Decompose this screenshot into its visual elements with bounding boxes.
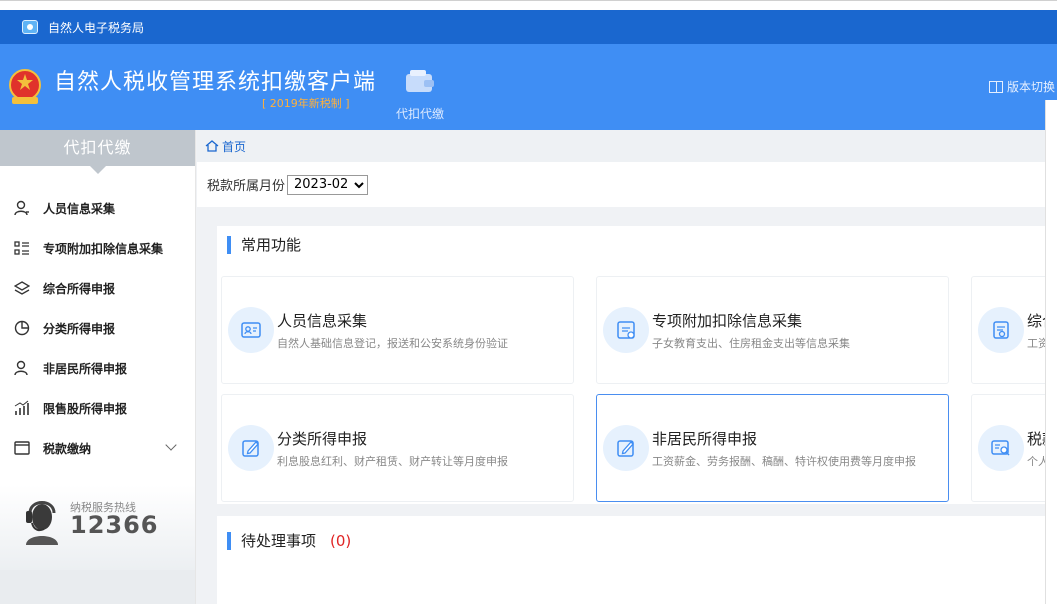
app-title-bar: 自然人电子税务局 xyxy=(0,10,1057,44)
wallet-icon xyxy=(406,70,434,92)
card-title: 非居民所得申报 xyxy=(652,430,758,448)
edit-icon xyxy=(242,440,259,457)
breadcrumb: 首页 xyxy=(197,130,1057,162)
card-description: 子女教育支出、住房租金支出等信息采集 xyxy=(652,337,850,350)
card-icon-bg xyxy=(978,307,1024,353)
card-icon-bg xyxy=(603,307,649,353)
card-title: 人员信息采集 xyxy=(277,312,368,330)
sidebar-item-person-info[interactable]: 人员信息采集 xyxy=(0,188,195,228)
nav-withholding[interactable]: 代扣代缴 xyxy=(384,62,456,122)
sidebar-item-restricted-stock[interactable]: 限售股所得申报 xyxy=(0,388,195,428)
card-description: 工资薪金、劳务报酬、稿酬、特许权使用费等月度申报 xyxy=(652,455,916,468)
sidebar-item-label: 专项附加扣除信息采集 xyxy=(43,241,164,256)
sidebar-item-label: 综合所得申报 xyxy=(43,281,116,296)
version-switch-button[interactable]: 版本切换 xyxy=(988,78,1055,95)
common-functions-panel: 常用功能 人员信息采集 自然人基础信息登记，报送和公安系统身份验证 专项附加扣除… xyxy=(217,226,1057,504)
sidebar-item-comprehensive-income[interactable]: 综合所得申报 xyxy=(0,268,195,308)
card-icon-bg xyxy=(228,425,274,471)
window-top-edge xyxy=(0,0,1057,10)
app-icon xyxy=(22,20,38,34)
pending-items-label: 待处理事项 xyxy=(241,532,317,550)
list-icon xyxy=(14,241,29,255)
card-icon-bg xyxy=(978,425,1024,471)
card-icon-bg xyxy=(603,425,649,471)
sidebar-item-tax-payment[interactable]: 税款缴纳 xyxy=(0,428,195,468)
nav-withholding-label: 代扣代缴 xyxy=(395,107,444,121)
card-nonresident-income[interactable]: 非居民所得申报 工资薪金、劳务报酬、稿酬、特许权使用费等月度申报 xyxy=(596,394,949,502)
tax-month-select[interactable]: 2023-02 xyxy=(287,174,369,195)
sidebar-item-special-deduction[interactable]: 专项附加扣除信息采集 xyxy=(0,228,195,268)
breadcrumb-home-link[interactable]: 首页 xyxy=(222,138,246,155)
version-switch-label: 版本切换 xyxy=(1006,80,1055,94)
header: 自然人税收管理系统扣缴客户端 [ 2019年新税制 ] 代扣代缴 版本切换 xyxy=(0,44,1057,130)
card-special-deduction[interactable]: 专项附加扣除信息采集 子女教育支出、住房租金支出等信息采集 xyxy=(596,276,949,384)
document-icon xyxy=(993,321,1009,339)
book-icon xyxy=(988,80,1003,93)
national-emblem-icon xyxy=(9,69,41,104)
sidebar-item-label: 非居民所得申报 xyxy=(43,361,128,376)
id-card-icon xyxy=(241,322,261,338)
headset-agent-icon xyxy=(26,501,58,545)
card-person-info[interactable]: 人员信息采集 自然人基础信息登记，报送和公安系统身份验证 xyxy=(221,276,574,384)
sidebar: 代扣代缴 人员信息采集 专项附加扣除信息采集 综合所得申报 分类所得申报 非居民… xyxy=(0,130,196,604)
tax-form-icon xyxy=(617,321,635,339)
window-icon xyxy=(14,441,30,455)
right-edge-panel xyxy=(1045,100,1057,604)
sidebar-menu: 人员信息采集 专项附加扣除信息采集 综合所得申报 分类所得申报 非居民所得申报 … xyxy=(0,188,195,468)
card-title: 专项附加扣除信息采集 xyxy=(652,312,803,330)
pending-items-panel: 待处理事项 (0) xyxy=(217,516,1057,604)
edit-icon xyxy=(617,440,634,457)
layers-icon xyxy=(14,281,30,295)
foreigner-icon xyxy=(14,360,28,376)
common-functions-title: 常用功能 xyxy=(227,236,301,254)
card-icon-bg xyxy=(228,307,274,353)
chevron-down-icon[interactable] xyxy=(165,439,177,451)
sidebar-heading: 代扣代缴 xyxy=(0,130,195,174)
sidebar-footer xyxy=(0,570,195,604)
hotline-number: 12366 xyxy=(70,511,159,539)
sidebar-item-label: 人员信息采集 xyxy=(43,201,116,216)
pending-items-title: 待处理事项 (0) xyxy=(227,532,351,550)
person-icon xyxy=(14,200,29,216)
tax-month-label: 税款所属月份 xyxy=(207,179,286,194)
sidebar-item-label: 税款缴纳 xyxy=(43,441,92,456)
sidebar-item-label: 限售股所得申报 xyxy=(43,401,128,416)
card-classified-income[interactable]: 分类所得申报 利息股息红利、财产租赁、财产转让等月度申报 xyxy=(221,394,574,502)
sidebar-item-classified-income[interactable]: 分类所得申报 xyxy=(0,308,195,348)
pending-items-count[interactable]: (0) xyxy=(330,532,351,550)
window-title: 自然人电子税务局 xyxy=(48,20,145,35)
card-title: 分类所得申报 xyxy=(277,430,368,448)
service-hotline: 纳税服务热线 12366 xyxy=(0,485,195,570)
tax-search-icon xyxy=(991,440,1010,456)
home-icon xyxy=(205,140,219,152)
pie-icon xyxy=(14,320,30,336)
bar-chart-icon xyxy=(14,400,29,415)
card-description: 自然人基础信息登记，报送和公安系统身份验证 xyxy=(277,337,508,350)
sidebar-item-label: 分类所得申报 xyxy=(43,321,116,336)
card-description: 利息股息红利、财产租赁、财产转让等月度申报 xyxy=(277,455,508,468)
month-filter: 税款所属月份 2023-02 xyxy=(197,162,1057,207)
tax-version-subtitle: [ 2019年新税制 ] xyxy=(262,97,350,110)
system-title: 自然人税收管理系统扣缴客户端 xyxy=(54,70,377,95)
sidebar-item-nonresident-income[interactable]: 非居民所得申报 xyxy=(0,348,195,388)
